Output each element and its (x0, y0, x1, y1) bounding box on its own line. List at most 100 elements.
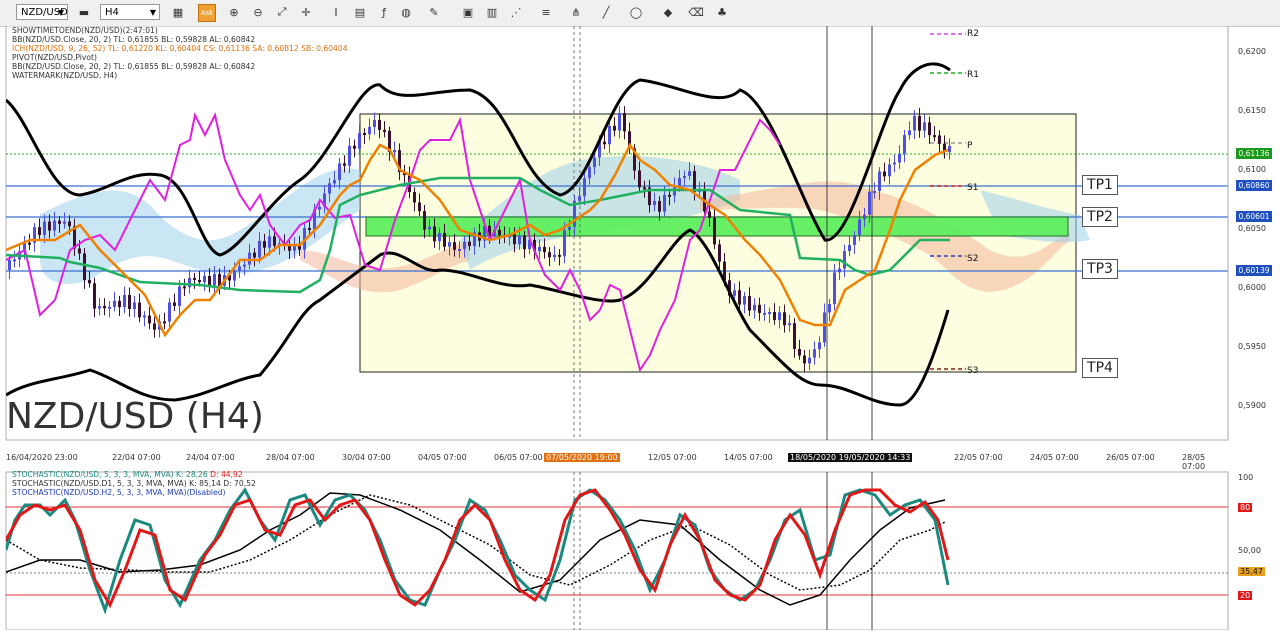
candle-body (788, 323, 791, 326)
candle-body (808, 357, 811, 364)
candle-body (898, 153, 901, 163)
price-tag: 0,60601 (1236, 211, 1272, 222)
zoom-in-icon[interactable]: ⊕ (226, 4, 242, 20)
cursor-icon[interactable]: I (328, 4, 344, 20)
tree-icon[interactable]: ♣ (714, 4, 730, 20)
price-tick: 0,5900 (1238, 401, 1266, 410)
zoom-fit-icon[interactable]: ⤢ (274, 4, 290, 20)
candle-body (58, 220, 61, 224)
pivot-s3-label: S3 (967, 366, 979, 376)
candle-body (603, 141, 606, 145)
candle-body (343, 163, 346, 166)
chart-type-icon[interactable]: ▬ (76, 4, 92, 20)
candle-body (803, 355, 806, 364)
price-tag: 0,60860 (1236, 180, 1272, 191)
candle-body (463, 241, 466, 249)
toolbar: NZD/USD ▼ ▬ H4 ▼ ▦ Ask ⊕ ⊖ ⤢ ✛ I ▤ ƒ ◍ ✎ ▣… (0, 0, 1280, 27)
date-tick: 26/05 07:00 (1106, 453, 1155, 462)
candle-body (163, 321, 166, 324)
eraser-icon[interactable]: ⌫ (688, 4, 704, 20)
candle-body (903, 135, 906, 154)
date-tick: 16/04/2020 23:00 (6, 453, 78, 462)
chart-area[interactable]: SHOWTIMETOEND(NZD/USD)(2:47:01) BB(NZD/U… (0, 26, 1280, 630)
candle-body (868, 191, 871, 215)
candle-body (878, 171, 881, 191)
symbol-select[interactable]: NZD/USD ▼ (16, 4, 68, 20)
candle-body (318, 206, 321, 210)
price-tick: 0,6150 (1238, 106, 1266, 115)
crosshair-icon[interactable]: ✛ (298, 4, 314, 20)
candle-body (783, 312, 786, 326)
candle-body (208, 276, 211, 286)
candle-body (793, 323, 796, 349)
candle-body (108, 306, 111, 309)
candle-body (168, 302, 171, 322)
date-axis: 16/04/2020 23:00 22/04 07:00 24/04 07:00… (6, 453, 1228, 471)
candle-body (148, 315, 151, 324)
candle-body (658, 201, 661, 212)
candle-body (883, 171, 886, 177)
stoch-legend: STOCHASTIC(NZD/USD, 5, 3, 3, MVA, MVA) K… (12, 470, 256, 497)
chart-icon[interactable]: ▦ (170, 4, 186, 20)
candle-body (203, 276, 206, 283)
candle-body (308, 228, 311, 231)
ask-button[interactable]: Ask (198, 4, 216, 22)
candle-body (818, 342, 821, 350)
candle-body (758, 304, 761, 313)
ellipse-icon[interactable]: ◯ (628, 4, 644, 20)
candle-body (813, 349, 816, 358)
fork-icon[interactable]: ⋔ (568, 4, 584, 20)
candle-body (43, 221, 46, 235)
candle-body (763, 312, 766, 315)
candle-body (193, 277, 196, 280)
shapes-icon[interactable]: ◆ (660, 4, 676, 20)
candle-body (38, 227, 41, 235)
candle-body (708, 211, 711, 218)
candle-body (443, 232, 446, 247)
trendline-icon[interactable]: ╱ (598, 4, 614, 20)
indicator-icon[interactable]: ƒ (376, 4, 392, 20)
tp3-label: TP3 (1082, 259, 1118, 279)
price-tick: 0,5950 (1238, 342, 1266, 351)
globe-icon[interactable]: ◍ (398, 4, 414, 20)
tp1-label: TP1 (1082, 175, 1118, 195)
candle-body (563, 230, 566, 257)
candle-body (948, 146, 951, 153)
candle-body (713, 217, 716, 245)
timeframe-select[interactable]: H4 ▼ (100, 4, 160, 20)
image-icon[interactable]: ▣ (460, 4, 476, 20)
candle-body (118, 300, 121, 308)
candle-body (453, 242, 456, 250)
candle-body (693, 171, 696, 192)
candle-body (273, 236, 276, 246)
candle-body (363, 133, 366, 136)
candle-body (188, 277, 191, 288)
legend-line: BB(NZD/USD.Close, 20, 2) TL: 0,61855 BL:… (12, 62, 256, 71)
template-icon[interactable]: ▤ (352, 4, 368, 20)
zoom-out-icon[interactable]: ⊖ (250, 4, 266, 20)
candle-body (248, 252, 251, 265)
date-tick: 06/05 07:00 (494, 453, 543, 462)
candle-body (608, 125, 611, 145)
candle-body (583, 178, 586, 197)
candle-body (923, 122, 926, 131)
candle-body (688, 171, 691, 176)
candle-body (183, 286, 186, 289)
candle-body (128, 294, 131, 309)
candle-body (853, 235, 856, 245)
candle-body (348, 145, 351, 166)
candle-body (353, 145, 356, 149)
legend-line: STOCHASTIC(NZD/USD, 5, 3, 3, MVA, MVA) K… (12, 470, 243, 479)
chart-canvas[interactable] (0, 26, 1280, 630)
pivot-s2-label: S2 (967, 254, 979, 264)
save-icon[interactable]: ▥ (484, 4, 500, 20)
stoch-tick: 100 (1238, 473, 1254, 482)
pencil-icon[interactable]: ✎ (426, 4, 442, 20)
menu-lines-icon[interactable]: ≡ (538, 4, 554, 20)
candle-body (678, 178, 681, 186)
candle-body (653, 201, 656, 206)
lines-icon[interactable]: ⋰ (508, 4, 524, 20)
candle-body (908, 130, 911, 136)
candle-body (393, 150, 396, 153)
candle-body (933, 135, 936, 138)
